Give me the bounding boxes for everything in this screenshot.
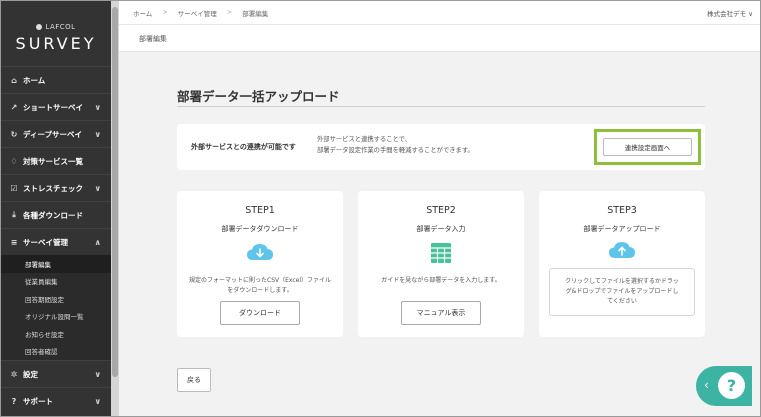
chevron-down-icon: ∨ — [94, 369, 102, 379]
sidebar-subitem-notice-settings[interactable]: お知らせ設定 — [1, 325, 111, 343]
spreadsheet-icon — [431, 243, 451, 263]
chevron-down-icon: ∨ — [94, 102, 102, 112]
external-service-description: 外部サービスと連携することで、 部署データ設定作業の手間を軽減することができます… — [317, 134, 474, 156]
step-label: STEP2 — [426, 205, 456, 216]
step-desc-line: ガイドを見ながら部署データを入力します。 — [381, 277, 501, 284]
external-service-title: 外部サービスとの連携が可能です — [191, 143, 296, 151]
breadcrumb: ホーム > サーベイ管理 > 部署編集 — [133, 8, 268, 18]
step-label: STEP3 — [607, 205, 637, 216]
step-label: STEP1 — [245, 205, 275, 216]
app-window: LAFCOL SURVEY ⌂ ホーム ↗ ショートサーベイ ∨ ↻ ディープサ… — [0, 0, 761, 417]
back-button[interactable]: 戻る — [177, 368, 211, 392]
chart-icon: ↗ — [10, 102, 18, 112]
manual-button[interactable]: マニュアル表示 — [401, 301, 481, 325]
dropzone-text-line: グ&ドロップでファイルをアップロードし — [565, 288, 679, 295]
step-description: 規定のフォーマットに則ったCSV（Excel）ファイル をダウンロードします。 — [187, 276, 333, 296]
sidebar-item-label: 各種ダウンロード — [23, 210, 83, 220]
logo-mark-icon — [36, 24, 43, 30]
question-icon: ? — [11, 396, 17, 406]
checkbox-icon: ☑ — [10, 183, 18, 193]
breadcrumb-current: 部署編集 — [242, 10, 269, 18]
sidebar-subitem-employee-edit[interactable]: 従業員編集 — [1, 273, 111, 291]
external-service-card: 外部サービスとの連携が可能です 外部サービスと連携することで、 部署データ設定作… — [177, 124, 705, 170]
sidebar-item-label: ストレスチェック — [23, 183, 83, 193]
cloud-upload-icon — [609, 242, 635, 258]
sidebar-item-settings[interactable]: ✲ 設定 ∨ — [1, 360, 111, 387]
breadcrumb-survey-admin[interactable]: サーベイ管理 — [178, 8, 217, 18]
page-subheader: 部署編集 — [119, 25, 760, 52]
dropzone-text-line: クリックしてファイルを選択するかドラッ — [565, 278, 679, 285]
gear-icon: ✲ — [10, 369, 18, 379]
sidebar-item-short-survey[interactable]: ↗ ショートサーベイ ∨ — [1, 93, 111, 120]
breadcrumb-separator: > — [226, 8, 233, 16]
external-desc-line: 外部サービスと連携することで、 — [317, 136, 412, 143]
chevron-down-icon: ∨ — [94, 396, 102, 406]
company-menu[interactable]: 株式会社デモ ∨ — [707, 8, 753, 18]
download-button[interactable]: ダウンロード — [220, 301, 300, 325]
external-desc-line: 部署データ設定作業の手間を軽減することができます。 — [317, 147, 474, 154]
step-desc-line: をダウンロードします。 — [227, 287, 293, 294]
chevron-down-icon: ∨ — [94, 183, 102, 193]
sidebar-item-support[interactable]: ? サポート ∨ — [1, 387, 111, 414]
help-icon: ? — [718, 372, 745, 399]
title-divider — [177, 106, 705, 107]
sidebar-subitem-answer-period[interactable]: 回答期間設定 — [1, 290, 111, 308]
sidebar-item-label: ショートサーベイ — [23, 102, 83, 112]
sidebar-scrollbar-thumb[interactable] — [112, 7, 118, 377]
sidebar-subitem-respondents[interactable]: 回答者確認 — [1, 343, 111, 361]
step2-card: STEP2 部署データ入力 ガイドを見ながら部署データを入力します。 マニュアル… — [358, 191, 524, 337]
logo[interactable]: LAFCOL SURVEY — [1, 23, 111, 53]
logo-brand-small-text: LAFCOL — [45, 23, 76, 31]
home-icon: ⌂ — [11, 75, 17, 85]
sidebar-nav: ⌂ ホーム ↗ ショートサーベイ ∨ ↻ ディープサーベイ ∨ ♢ 対策サービス… — [1, 66, 111, 414]
sidebar-item-label: サーベイ管理 — [23, 237, 68, 247]
breadcrumb-separator: > — [162, 8, 168, 16]
subheader-title: 部署編集 — [139, 35, 167, 43]
topbar: ホーム > サーベイ管理 > 部署編集 株式会社デモ ∨ — [119, 1, 760, 25]
sidebar-submenu: 部署編集 従業員編集 回答期間設定 オリジナル設問一覧 お知らせ設定 回答者確認 — [1, 255, 111, 360]
lightbulb-icon: ♢ — [10, 156, 18, 166]
step3-card: STEP3 部署データアップロード クリックしてファイルを選択するかドラッ グ&… — [539, 191, 705, 337]
integration-button-highlight: 連携設定画面へ — [594, 129, 701, 165]
help-widget[interactable]: ‹ ? — [696, 366, 752, 406]
logo-brand-main: SURVEY — [15, 34, 97, 53]
logo-brand-small: LAFCOL — [1, 23, 111, 31]
chevron-down-icon: ∨ — [94, 129, 102, 139]
sidebar-subitem-original-questions[interactable]: オリジナル設問一覧 — [1, 308, 111, 326]
step-description: ガイドを見ながら部署データを入力します。 — [368, 276, 514, 286]
file-dropzone[interactable]: クリックしてファイルを選択するかドラッ グ&ドロップでファイルをアップロードし … — [549, 268, 695, 316]
sidebar-subitem-department-edit[interactable]: 部署編集 — [1, 255, 111, 273]
page-title: 部署データ一括アップロード — [177, 89, 340, 104]
chevron-left-icon: ‹ — [704, 378, 709, 392]
sidebar-item-survey-admin[interactable]: ≡ サーベイ管理 ∧ — [1, 228, 111, 255]
dropzone-text-line: てください — [607, 298, 637, 305]
step-title: 部署データ入力 — [416, 225, 466, 233]
cloud-download-icon — [247, 244, 273, 260]
download-icon: ⤓ — [12, 210, 16, 219]
main-content: 部署データ一括アップロード 外部サービスとの連携が可能です 外部サービスと連携す… — [119, 52, 760, 416]
sidebar-item-deep-survey[interactable]: ↻ ディープサーベイ ∨ — [1, 120, 111, 147]
step-title: 部署データダウンロード — [221, 225, 299, 233]
chevron-up-icon: ∧ — [94, 237, 102, 247]
sidebar-item-label: 対策サービス一覧 — [23, 156, 83, 166]
breadcrumb-home[interactable]: ホーム — [133, 8, 152, 18]
step-desc-line: 規定のフォーマットに則ったCSV（Excel）ファイル — [189, 277, 331, 284]
sidebar-item-label: ディープサーベイ — [23, 129, 83, 139]
sidebar-item-label: 設定 — [23, 369, 38, 379]
sidebar-item-home[interactable]: ⌂ ホーム — [1, 66, 111, 93]
refresh-icon: ↻ — [10, 129, 18, 139]
sidebar: LAFCOL SURVEY ⌂ ホーム ↗ ショートサーベイ ∨ ↻ ディープサ… — [1, 1, 111, 416]
sidebar-item-downloads[interactable]: ⤓ 各種ダウンロード — [1, 201, 111, 228]
step-title: 部署データアップロード — [583, 225, 661, 233]
sidebar-item-label: サポート — [23, 396, 53, 406]
sidebar-item-services[interactable]: ♢ 対策サービス一覧 — [1, 147, 111, 174]
sidebar-item-label: ホーム — [23, 75, 46, 85]
sidebar-item-stress-check[interactable]: ☑ ストレスチェック ∨ — [1, 174, 111, 201]
integration-settings-button[interactable]: 連携設定画面へ — [603, 138, 692, 156]
step1-card: STEP1 部署データダウンロード 規定のフォーマットに則ったCSV（Excel… — [177, 191, 343, 337]
list-icon: ≡ — [10, 237, 18, 247]
